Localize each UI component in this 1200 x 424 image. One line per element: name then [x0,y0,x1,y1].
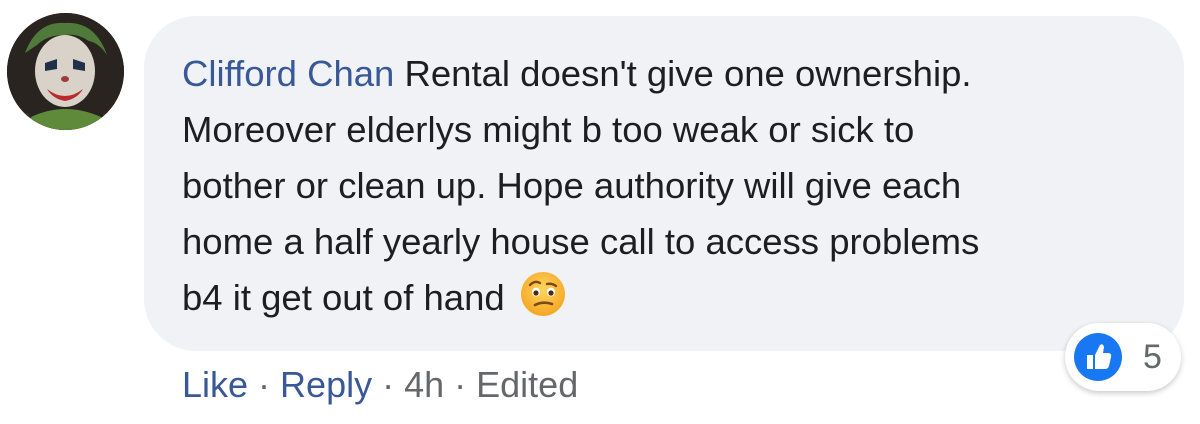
comment-actions: Like · Reply · 4h · Edited [182,362,578,408]
separator-dot: · [382,364,395,405]
like-link[interactable]: Like [182,364,248,405]
separator-dot: · [454,364,467,405]
reactions-summary[interactable]: 5 [1065,323,1181,391]
comment-line-2: Moreover elderlys might b too weak or si… [182,109,915,150]
comment-author-link[interactable]: Clifford Chan [182,53,394,94]
reply-link[interactable]: Reply [280,364,372,405]
timestamp[interactable]: 4h [404,364,444,405]
face-with-raised-eyebrow-icon [519,270,567,318]
reaction-count: 5 [1143,338,1162,376]
comment-line-4: home a half yearly house call to access … [182,221,980,262]
comment-line-3: bother or clean up. Hope authority will … [182,165,962,206]
comment-line-5: b4 it get out of hand [182,277,505,318]
separator-dot: · [258,364,271,405]
comment-body: Clifford Chan Rental doesn't give one ow… [182,46,1172,326]
comment-line-1: Rental doesn't give one ownership. [404,53,972,94]
like-reaction-icon [1073,332,1123,382]
avatar[interactable] [7,13,124,130]
edited-label[interactable]: Edited [476,364,578,405]
